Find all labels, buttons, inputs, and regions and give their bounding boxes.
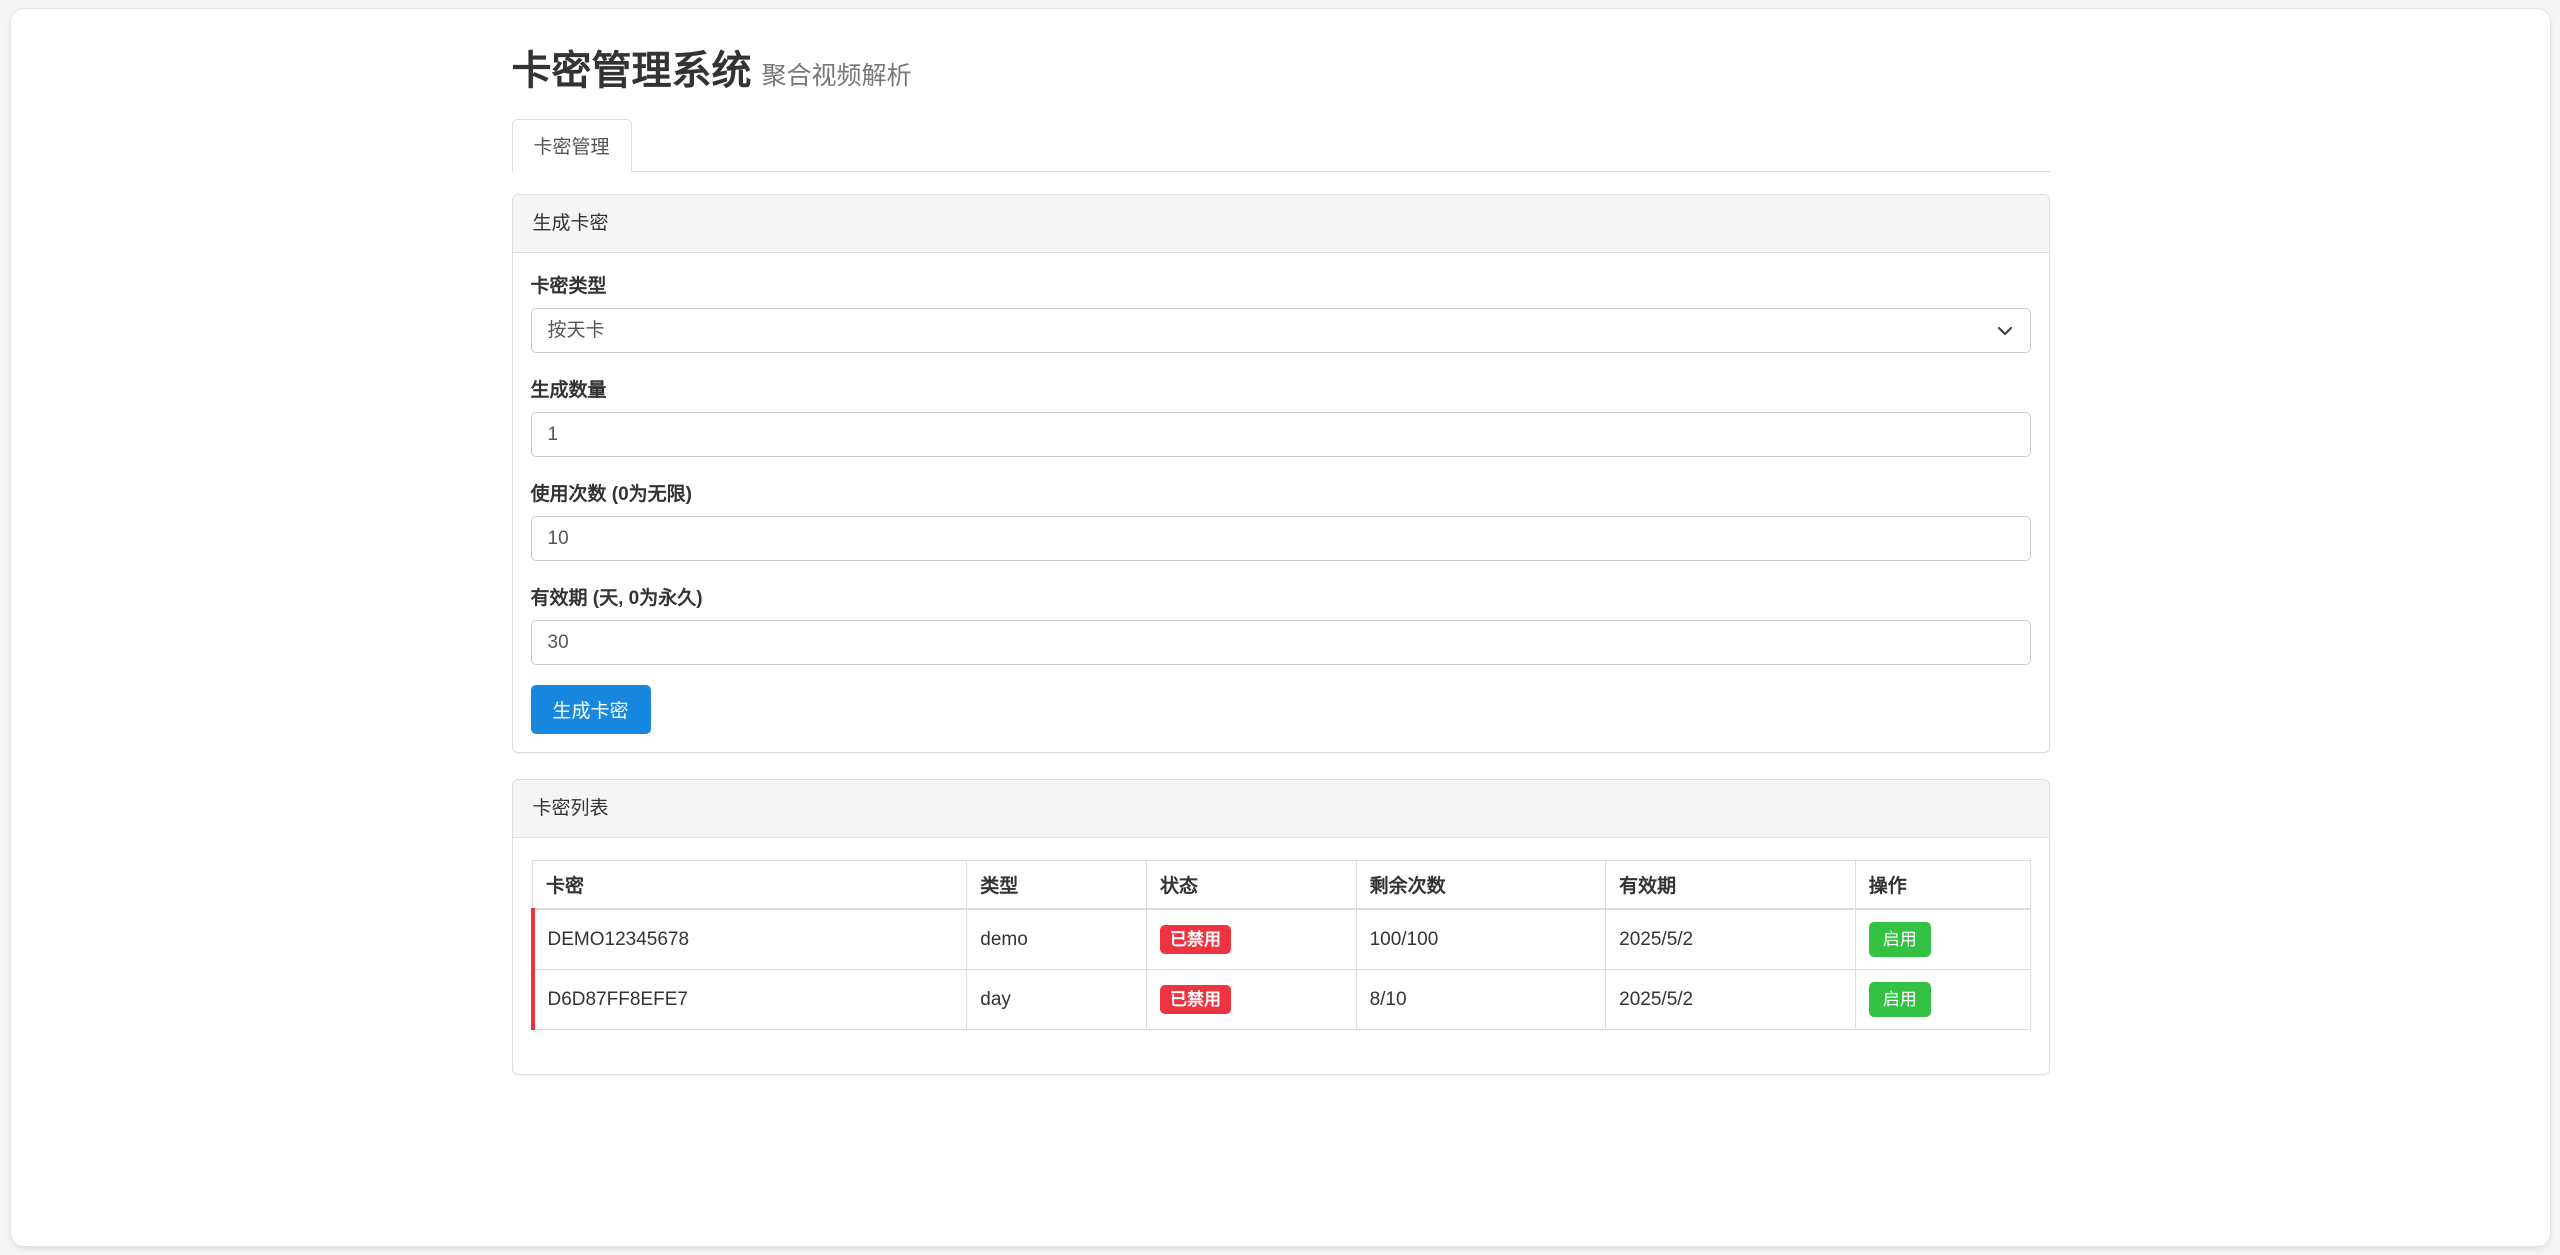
cell-type: demo <box>967 909 1147 970</box>
card-type-select-wrap: 按天卡 <box>531 308 2031 353</box>
page-title-text: 卡密管理系统 <box>512 49 752 93</box>
usage-count-input[interactable] <box>531 516 2031 561</box>
status-badge: 已禁用 <box>1160 925 1231 954</box>
header-remaining: 剩余次数 <box>1356 861 1606 910</box>
field-validity: 有效期 (天, 0为永久) <box>531 587 2031 665</box>
tab-card-management[interactable]: 卡密管理 <box>512 119 632 172</box>
app-window-card: 卡密管理系统聚合视频解析 卡密管理 生成卡密 卡密类型 按天卡 <box>10 8 2551 1247</box>
cell-expiry: 2025/5/2 <box>1606 970 1856 1030</box>
page-subtitle: 聚合视频解析 <box>762 62 912 90</box>
list-panel-body: 卡密 类型 状态 剩余次数 有效期 操作 DEMO12345678 <box>513 838 2049 1074</box>
field-usage-count: 使用次数 (0为无限) <box>531 483 2031 561</box>
card-key-table: 卡密 类型 状态 剩余次数 有效期 操作 DEMO12345678 <box>531 860 2031 1030</box>
cell-action: 启用 <box>1855 970 2030 1030</box>
enable-button[interactable]: 启用 <box>1869 922 1931 957</box>
cell-status: 已禁用 <box>1146 970 1356 1030</box>
validity-label: 有效期 (天, 0为永久) <box>531 587 2031 611</box>
cell-remaining: 8/10 <box>1356 970 1606 1030</box>
cell-expiry: 2025/5/2 <box>1606 909 1856 970</box>
field-card-type: 卡密类型 按天卡 <box>531 275 2031 353</box>
cell-type: day <box>967 970 1147 1030</box>
usage-count-label: 使用次数 (0为无限) <box>531 483 2031 507</box>
page-title: 卡密管理系统聚合视频解析 <box>512 49 2050 93</box>
tab-bar: 卡密管理 <box>512 119 2050 172</box>
cell-action: 启用 <box>1855 909 2030 970</box>
header-type: 类型 <box>967 861 1147 910</box>
list-panel-title: 卡密列表 <box>513 780 2049 838</box>
cell-status: 已禁用 <box>1146 909 1356 970</box>
status-badge: 已禁用 <box>1160 985 1231 1014</box>
table-row: D6D87FF8EFE7 day 已禁用 8/10 2025/5/2 启用 <box>533 970 2031 1030</box>
table-header-row: 卡密 类型 状态 剩余次数 有效期 操作 <box>533 861 2031 910</box>
cell-key: DEMO12345678 <box>533 909 967 970</box>
enable-button[interactable]: 启用 <box>1869 982 1931 1017</box>
quantity-input[interactable] <box>531 412 2031 457</box>
validity-input[interactable] <box>531 620 2031 665</box>
generate-panel-body: 卡密类型 按天卡 生成数量 <box>513 253 2049 752</box>
generate-panel: 生成卡密 卡密类型 按天卡 <box>512 194 2050 753</box>
card-type-select[interactable]: 按天卡 <box>531 308 2031 353</box>
page-background: 卡密管理系统聚合视频解析 卡密管理 生成卡密 卡密类型 按天卡 <box>0 0 2560 1255</box>
header-key: 卡密 <box>533 861 967 910</box>
field-quantity: 生成数量 <box>531 379 2031 457</box>
main-container: 卡密管理系统聚合视频解析 卡密管理 生成卡密 卡密类型 按天卡 <box>512 9 2050 1075</box>
generate-button[interactable]: 生成卡密 <box>531 685 651 734</box>
cell-remaining: 100/100 <box>1356 909 1606 970</box>
header-expiry: 有效期 <box>1606 861 1856 910</box>
cell-key: D6D87FF8EFE7 <box>533 970 967 1030</box>
header-status: 状态 <box>1146 861 1356 910</box>
list-panel: 卡密列表 卡密 类型 状态 剩余次数 <box>512 779 2050 1075</box>
generate-panel-title: 生成卡密 <box>513 195 2049 253</box>
header-action: 操作 <box>1855 861 2030 910</box>
quantity-label: 生成数量 <box>531 379 2031 403</box>
card-type-label: 卡密类型 <box>531 275 2031 299</box>
table-row: DEMO12345678 demo 已禁用 100/100 2025/5/2 启… <box>533 909 2031 970</box>
